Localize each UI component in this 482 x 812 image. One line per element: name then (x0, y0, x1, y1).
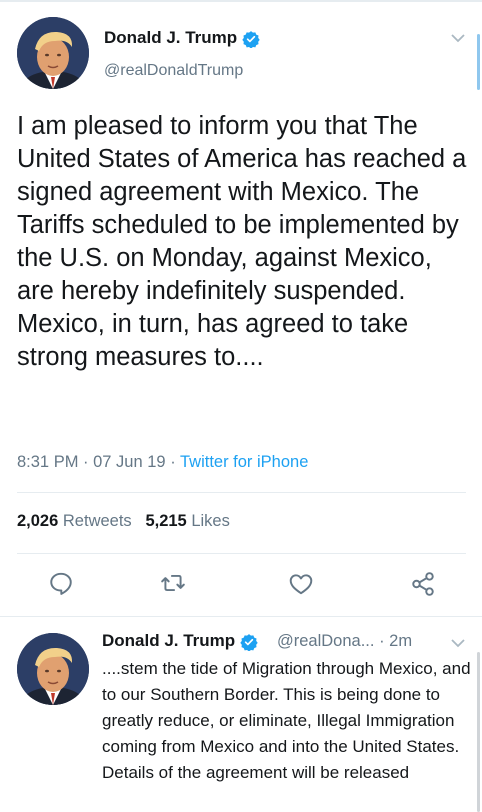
tweet-meta: 8:31 PM · 07 Jun 19 · Twitter for iPhone (17, 453, 308, 472)
reply-author-name[interactable]: Donald J. Trump (102, 631, 258, 651)
avatar-image (17, 17, 89, 89)
retweet-button[interactable] (160, 570, 186, 596)
reply-author-name-text: Donald J. Trump (102, 631, 236, 650)
author-handle[interactable]: @realDonaldTrump (104, 62, 243, 80)
retweets-count: 2,026 (17, 512, 59, 530)
likes-count: 5,215 (145, 512, 187, 530)
share-icon (412, 572, 434, 596)
author-name[interactable]: Donald J. Trump (104, 28, 260, 48)
avatar-image (17, 633, 89, 705)
tweet-source-link[interactable]: Twitter for iPhone (180, 453, 308, 471)
chevron-down-icon[interactable] (451, 638, 465, 648)
retweet-icon (161, 574, 185, 592)
retweets-label: Retweets (62, 512, 132, 530)
retweets-stat[interactable]: 2,026 Retweets (17, 512, 132, 530)
tweet-time: 8:31 PM (17, 453, 79, 471)
tweet-date: 07 Jun 19 (93, 453, 166, 471)
reply-age: · 2m (379, 632, 413, 650)
reply-author-handle[interactable]: @realDona... (277, 632, 374, 650)
avatar[interactable] (17, 17, 89, 89)
likes-stat[interactable]: 5,215 Likes (145, 512, 229, 530)
reply-button[interactable] (48, 570, 74, 596)
scroll-indicator[interactable] (477, 652, 480, 812)
divider (17, 553, 466, 554)
reply-handle-row: @realDona... · 2m (277, 632, 412, 651)
likes-label: Likes (191, 512, 230, 530)
tweet-text: I am pleased to inform you that The Unit… (17, 112, 467, 371)
author-name-text: Donald J. Trump (104, 28, 238, 47)
reply-avatar[interactable] (17, 633, 89, 705)
like-button[interactable] (288, 571, 314, 597)
chevron-down-icon[interactable] (451, 33, 465, 43)
meta-separator: · (78, 453, 94, 471)
divider (0, 616, 482, 617)
verified-badge-icon (242, 30, 260, 48)
verified-badge-icon (240, 633, 258, 651)
meta-separator: · (165, 453, 180, 471)
divider (17, 492, 466, 493)
tweet-stats: 2,026 Retweets 5,215 Likes (17, 512, 230, 531)
share-button[interactable] (410, 571, 436, 597)
top-divider (0, 0, 482, 2)
reply-icon (50, 572, 72, 595)
heart-icon (289, 574, 313, 595)
scroll-indicator[interactable] (477, 34, 480, 90)
reply-text: ....stem the tide of Migration through M… (102, 659, 471, 782)
